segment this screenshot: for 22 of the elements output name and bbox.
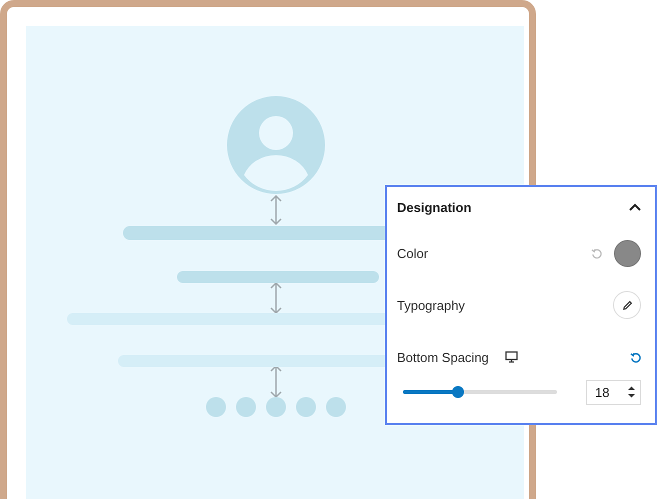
spacing-arrow-icon bbox=[270, 194, 282, 226]
typography-label: Typography bbox=[397, 298, 465, 312]
edit-button[interactable] bbox=[613, 291, 641, 319]
color-swatch[interactable] bbox=[614, 240, 641, 266]
desktop-icon[interactable] bbox=[504, 351, 518, 363]
spacing-arrow-icon bbox=[270, 364, 282, 398]
slider-thumb[interactable] bbox=[452, 386, 464, 398]
placeholder-dot bbox=[206, 397, 226, 417]
color-label: Color bbox=[397, 246, 428, 260]
placeholder-dot bbox=[296, 397, 316, 417]
reset-icon[interactable] bbox=[630, 352, 641, 362]
number-input[interactable]: 18 bbox=[586, 380, 641, 404]
pencil-icon bbox=[622, 300, 632, 310]
panel-title: Designation bbox=[397, 200, 472, 214]
spacing-arrow-icon bbox=[270, 282, 282, 314]
spinner-icon[interactable] bbox=[627, 385, 636, 399]
placeholder-dot bbox=[266, 397, 286, 417]
placeholder-dot bbox=[236, 397, 256, 417]
chevron-icon[interactable] bbox=[629, 203, 641, 211]
avatar-icon bbox=[227, 96, 325, 194]
spacing-label: Bottom Spacing bbox=[397, 350, 489, 364]
placeholder-dot bbox=[326, 397, 346, 417]
